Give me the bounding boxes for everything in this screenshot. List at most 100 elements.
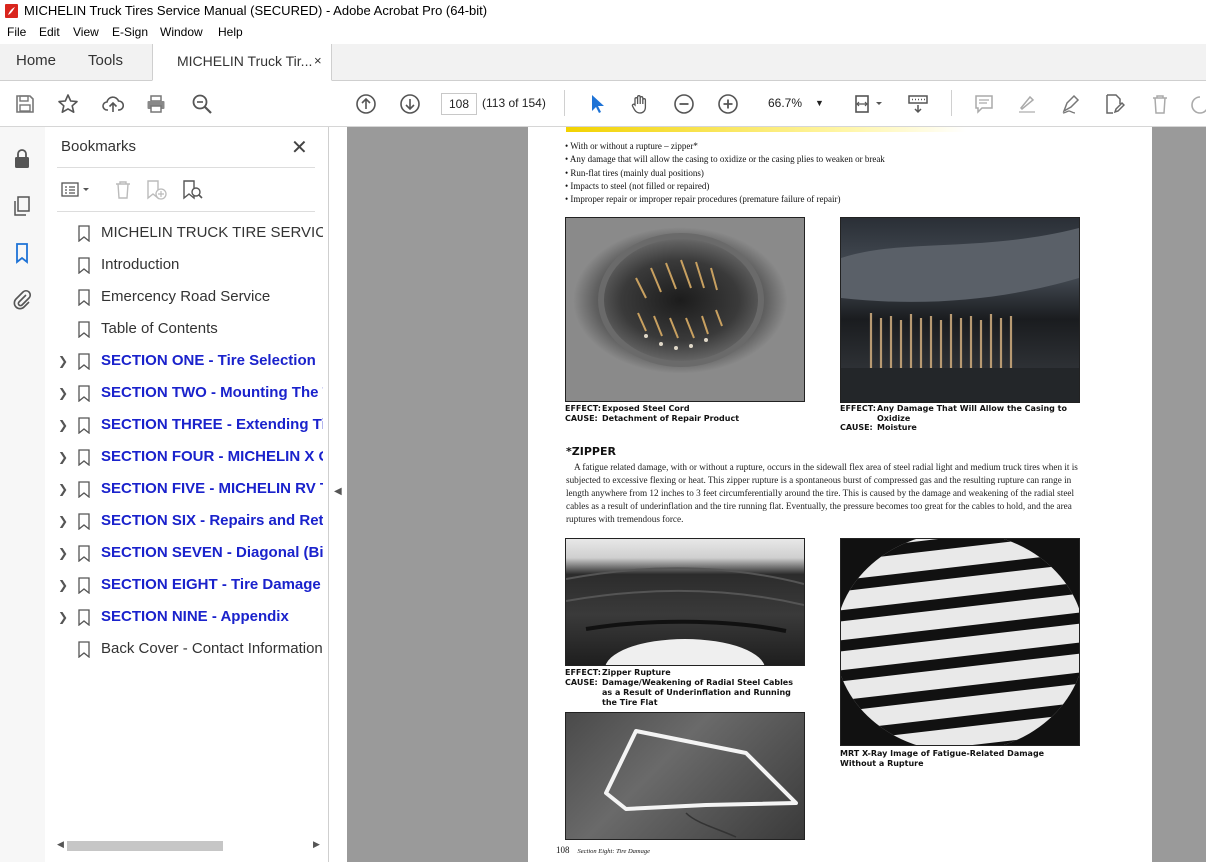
expand-chevron-icon[interactable]: ❯ — [58, 546, 68, 560]
undo-icon — [1191, 96, 1206, 114]
bullet-item: • Improper repair or improper repair pro… — [565, 194, 841, 204]
tab-home[interactable]: Home — [16, 52, 56, 69]
highlight-button[interactable] — [1014, 91, 1040, 117]
pages-panel-button[interactable] — [10, 194, 34, 218]
undo-button[interactable] — [1188, 91, 1206, 117]
bookmark-item[interactable]: ❯ SECTION ONE - Tire Selection — [45, 347, 325, 377]
tab-bar: Home Tools MICHELIN Truck Tir... × — [0, 44, 1206, 81]
page-thumbnails-icon — [14, 196, 30, 216]
bullet-item: • Run-flat tires (mainly dual positions) — [565, 168, 704, 178]
menu-edit[interactable]: Edit — [39, 25, 60, 39]
bookmarks-panel-button[interactable] — [10, 241, 34, 265]
tab-close-button[interactable]: × — [314, 53, 322, 68]
collapse-arrow-icon[interactable]: ◀ — [334, 486, 342, 497]
title-bar: MICHELIN Truck Tires Service Manual (SEC… — [0, 0, 1206, 22]
bookmark-options-icon[interactable] — [61, 181, 91, 199]
menu-esign[interactable]: E-Sign — [112, 25, 148, 39]
share-button[interactable] — [100, 91, 126, 117]
bookmark-item[interactable]: ❯ SECTION SIX - Repairs and Retreading — [45, 507, 325, 537]
security-panel-button[interactable] — [10, 147, 34, 171]
previous-page-button[interactable] — [353, 91, 379, 117]
scroll-mode-button[interactable] — [905, 91, 931, 117]
scrollbar-thumb[interactable] — [67, 841, 223, 851]
tab-document-label: MICHELIN Truck Tir... — [177, 53, 313, 69]
caption-exposed-steel-cord: EFFECT: Exposed Steel Cord CAUSE: Detachme… — [565, 404, 740, 423]
expand-chevron-icon[interactable]: ❯ — [58, 386, 68, 400]
page-fit-button[interactable] — [850, 91, 888, 117]
find-bookmark-icon[interactable] — [181, 179, 205, 201]
expand-chevron-icon[interactable]: ❯ — [58, 418, 68, 432]
upload-cloud-icon — [102, 96, 124, 112]
bookmark-label: SECTION SIX - Repairs and Retreading — [101, 512, 323, 529]
hand-tool-button[interactable] — [627, 91, 653, 117]
bookmark-item[interactable]: ❯ SECTION EIGHT - Tire Damage — [45, 571, 325, 601]
bookmark-label: Emercency Road Service — [101, 288, 271, 305]
save-button[interactable] — [12, 91, 38, 117]
expand-chevron-icon[interactable]: ❯ — [58, 578, 68, 592]
bookmark-star-button[interactable] — [55, 91, 81, 117]
toolbar: 108 (113 of 154) 66.7% ▼ — [0, 81, 1206, 127]
expand-chevron-icon[interactable]: ❯ — [58, 354, 68, 368]
zoom-out-button[interactable] — [671, 91, 697, 117]
bookmark-item[interactable]: ❯ SECTION NINE - Appendix — [45, 603, 325, 633]
close-panel-button[interactable]: ✕ — [291, 135, 308, 160]
bookmark-item[interactable]: MICHELIN TRUCK TIRE SERVICE MANUAL — [45, 219, 325, 249]
expand-chevron-icon[interactable]: ❯ — [58, 514, 68, 528]
bookmark-item[interactable]: ❯ SECTION THREE - Extending Tire Life — [45, 411, 325, 441]
menu-view[interactable]: View — [73, 25, 99, 39]
expand-chevron-icon[interactable]: ❯ — [58, 450, 68, 464]
edit-pdf-button[interactable] — [1101, 91, 1127, 117]
bookmark-icon — [78, 321, 90, 338]
menu-help[interactable]: Help — [218, 25, 243, 39]
panel-collapse-handle[interactable]: ◀ — [329, 127, 347, 862]
bookmark-item[interactable]: ❯ SECTION TWO - Mounting The Tire — [45, 379, 325, 409]
menu-window[interactable]: Window — [160, 25, 203, 39]
comment-button[interactable] — [971, 91, 997, 117]
print-button[interactable] — [143, 91, 169, 117]
bookmark-icon — [78, 417, 90, 434]
bookmark-label: Table of Contents — [101, 320, 218, 337]
bookmark-icon — [78, 481, 90, 498]
bookmark-icon — [78, 353, 90, 370]
zoom-level-select[interactable]: 66.7% ▼ — [761, 93, 829, 113]
page-number-input[interactable]: 108 — [441, 93, 477, 115]
xray-fatigue-photo — [840, 538, 1080, 746]
bookmark-item[interactable]: ❯ SECTION SEVEN - Diagonal (Bias) — [45, 539, 325, 569]
bookmarks-title: Bookmarks — [61, 138, 137, 155]
expand-chevron-icon[interactable]: ❯ — [58, 482, 68, 496]
horizontal-scrollbar[interactable]: ◀ ▶ — [57, 839, 323, 853]
tab-tools[interactable]: Tools — [88, 52, 123, 69]
tab-document[interactable]: MICHELIN Truck Tir... × — [152, 44, 332, 81]
scroll-left-arrow-icon[interactable]: ◀ — [57, 839, 64, 850]
next-page-button[interactable] — [397, 91, 423, 117]
bookmark-label: MICHELIN TRUCK TIRE SERVICE MANUAL — [101, 224, 323, 241]
zoom-in-button[interactable] — [715, 91, 741, 117]
attachments-panel-button[interactable] — [10, 288, 34, 312]
bookmark-icon — [78, 513, 90, 530]
printer-icon — [147, 95, 165, 113]
bullet-item: • Impacts to steel (not filled or repair… — [565, 181, 710, 191]
header-stripe — [566, 127, 966, 132]
delete-button[interactable] — [1147, 91, 1173, 117]
bookmark-item[interactable]: Introduction — [45, 251, 325, 281]
select-tool-button[interactable] — [584, 91, 610, 117]
divider — [57, 211, 315, 212]
highlighter-pen-icon — [1019, 95, 1035, 113]
lock-icon — [15, 149, 29, 168]
bookmark-label: SECTION SEVEN - Diagonal (Bias) — [101, 544, 323, 561]
sign-button[interactable] — [1058, 91, 1084, 117]
bookmark-item[interactable]: ❯ SECTION FIVE - MICHELIN RV Tires — [45, 475, 325, 505]
delete-bookmark-icon[interactable] — [113, 179, 133, 201]
bookmarks-toolbar — [57, 175, 317, 205]
bookmark-item[interactable]: Table of Contents — [45, 315, 325, 345]
menu-file[interactable]: File — [7, 25, 26, 39]
find-button[interactable] — [189, 91, 215, 117]
new-bookmark-icon[interactable] — [145, 179, 169, 201]
bookmark-item[interactable]: ❯ SECTION FOUR - MICHELIN X One — [45, 443, 325, 473]
scroll-right-arrow-icon[interactable]: ▶ — [313, 839, 320, 850]
pdf-page: • With or without a rupture – zipper* • … — [528, 127, 1152, 862]
star-icon — [58, 94, 78, 113]
bookmark-item[interactable]: Emercency Road Service — [45, 283, 325, 313]
bookmark-item[interactable]: Back Cover - Contact Information — [45, 635, 325, 665]
expand-chevron-icon[interactable]: ❯ — [58, 610, 68, 624]
